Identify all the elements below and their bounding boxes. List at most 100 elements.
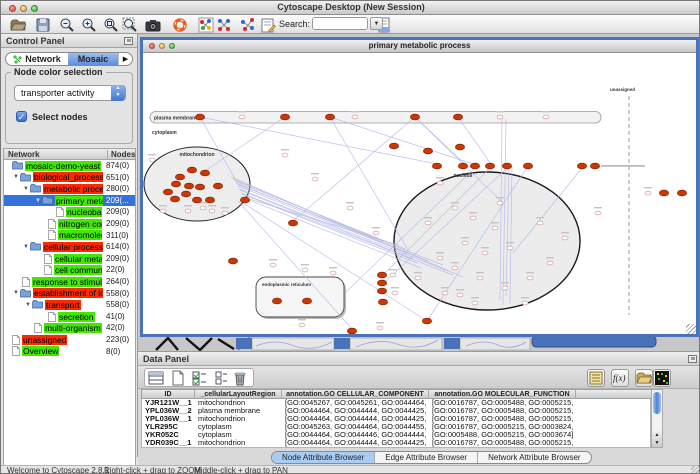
network-node[interactable] [562, 236, 568, 240]
network-node[interactable] [185, 209, 191, 213]
tree-row-cellular-process[interactable]: ▼cellular process614(0) [4, 241, 135, 253]
network-node-selected[interactable] [325, 114, 334, 120]
tree-row-cell-communicat[interactable]: cell communicat22(0) [4, 264, 135, 276]
network-node-selected[interactable] [195, 114, 204, 120]
first-neighbors-icon[interactable] [215, 16, 233, 33]
network-node[interactable] [595, 211, 601, 215]
network-node-selected[interactable] [377, 288, 386, 294]
network-node-selected[interactable] [213, 183, 222, 189]
tab-node-attribute-browser[interactable]: Node Attribute Browser [272, 452, 375, 463]
column-header-3[interactable]: annotation.GO MOLECULAR_FUNCTION [429, 390, 576, 398]
attribute-table[interactable]: YJR121W__1mitochondrion[GO:0045267, GO:0… [141, 399, 651, 448]
tab-mosaic[interactable]: Mosaic [68, 53, 118, 65]
network-node[interactable] [415, 276, 421, 280]
network-node[interactable] [270, 263, 276, 267]
network-node[interactable] [149, 158, 155, 162]
scrollbar-arrows[interactable]: ▲▼ [652, 431, 662, 447]
network-node[interactable] [645, 191, 651, 195]
table-row-ypl036w__2[interactable]: YPL036W__2plasma membrane[GO:0044464, GO… [142, 407, 650, 415]
network-edge[interactable] [238, 186, 409, 254]
matrix-view-icon[interactable] [653, 369, 671, 387]
network-node[interactable] [392, 291, 398, 295]
tree-expander-icon[interactable]: ▼ [22, 244, 30, 250]
network-node[interactable] [477, 276, 483, 280]
network-node[interactable] [390, 273, 396, 277]
network-node[interactable] [282, 153, 288, 157]
network-node[interactable] [160, 209, 166, 213]
network-node-selected[interactable] [590, 163, 599, 169]
attribute-table-icon[interactable] [147, 369, 165, 387]
network-node[interactable] [462, 241, 468, 245]
function-builder-icon[interactable]: f(x) [611, 369, 629, 387]
network-node-selected[interactable] [175, 174, 184, 180]
network-node[interactable] [200, 206, 206, 210]
network-node-selected[interactable] [453, 114, 462, 120]
tree-row-metabolic-process[interactable]: ▼metabolic process280(0) [4, 183, 135, 195]
delete-attribute-icon[interactable] [231, 369, 249, 387]
tree-row-transport[interactable]: ▼transport558(0) [4, 299, 135, 311]
tree-expander-icon[interactable]: ▼ [24, 302, 32, 308]
network-node-selected[interactable] [432, 163, 441, 169]
network-node-selected[interactable] [205, 197, 214, 203]
network-node[interactable] [373, 231, 379, 235]
network-edge[interactable] [242, 194, 417, 263]
table-row-yjr121w__1[interactable]: YJR121W__1mitochondrion[GO:0045267, GO:0… [142, 399, 650, 407]
network-node[interactable] [437, 181, 443, 185]
tree-row-response-to-stimulu[interactable]: response to stimulu264(0) [4, 276, 135, 288]
network-edge[interactable] [240, 190, 413, 259]
network-node[interactable] [312, 177, 318, 181]
tab-overflow-arrow-button[interactable]: ▶ [118, 53, 132, 65]
snapshot-camera-icon[interactable] [144, 16, 162, 33]
layout-network-icon[interactable] [197, 16, 215, 33]
tree-row-establishment-of-lo[interactable]: ▼establishment of lo558(0) [4, 288, 135, 300]
network-node[interactable] [482, 251, 488, 255]
network-node[interactable] [547, 261, 553, 265]
network-node[interactable] [299, 323, 305, 327]
network-node-selected[interactable] [192, 197, 201, 203]
plasma-membrane-region[interactable] [150, 112, 601, 124]
search-input[interactable] [312, 17, 368, 30]
network-node-selected[interactable] [240, 197, 249, 203]
select-nodes-checkbox[interactable]: ✓ [16, 111, 27, 122]
tree-expander-icon[interactable]: ▼ [22, 186, 30, 192]
network-node-selected[interactable] [272, 298, 281, 304]
network-node[interactable] [330, 271, 336, 275]
network-node-selected[interactable] [470, 163, 479, 169]
network-node[interactable] [302, 268, 308, 272]
network-node-selected[interactable] [485, 163, 494, 169]
tab-edge-attribute-browser[interactable]: Edge Attribute Browser [375, 452, 478, 463]
network-node[interactable] [457, 293, 463, 297]
network-node-selected[interactable] [171, 181, 180, 187]
network-node-selected[interactable] [302, 298, 311, 304]
network-node-selected[interactable] [677, 190, 686, 196]
network-node[interactable] [470, 216, 476, 220]
node-color-attribute-select[interactable]: transporter activity ▲▼ [14, 85, 126, 101]
network-node-selected[interactable] [577, 163, 586, 169]
network-node[interactable] [543, 115, 549, 119]
zoom-in-icon[interactable] [80, 16, 98, 33]
network-edge[interactable] [205, 117, 285, 171]
network-node[interactable] [497, 201, 503, 205]
network-node[interactable] [452, 266, 458, 270]
network-node[interactable] [497, 115, 503, 119]
network-node-selected[interactable] [455, 144, 464, 150]
network-node[interactable] [527, 276, 533, 280]
network-node-selected[interactable] [422, 318, 431, 324]
tree-row-secretion[interactable]: secretion41(0) [4, 311, 135, 323]
network-node[interactable] [425, 221, 431, 225]
mitochondrion-region[interactable] [144, 147, 250, 221]
network-node-selected[interactable] [181, 191, 190, 197]
column-header-2[interactable]: annotation.GO CELLULAR_COMPONENT [282, 390, 429, 398]
column-header-0[interactable]: ID [142, 390, 195, 398]
import-attributes-icon[interactable] [635, 369, 653, 387]
tree-row-overview[interactable]: Overview8(0) [4, 346, 135, 358]
network-node-selected[interactable] [377, 280, 386, 286]
table-vertical-scrollbar[interactable]: ▲▼ [651, 389, 663, 448]
unselect-attributes-icon[interactable] [213, 369, 231, 387]
network-node[interactable] [507, 246, 513, 250]
tree-row-nucleobase-[interactable]: nucleobase-209(0) [4, 206, 135, 218]
copy-network-icon[interactable] [239, 16, 257, 33]
network-node-selected[interactable] [410, 114, 419, 120]
search-dropdown-button[interactable]: ▼ [370, 17, 383, 30]
network-node-selected[interactable] [184, 183, 193, 189]
